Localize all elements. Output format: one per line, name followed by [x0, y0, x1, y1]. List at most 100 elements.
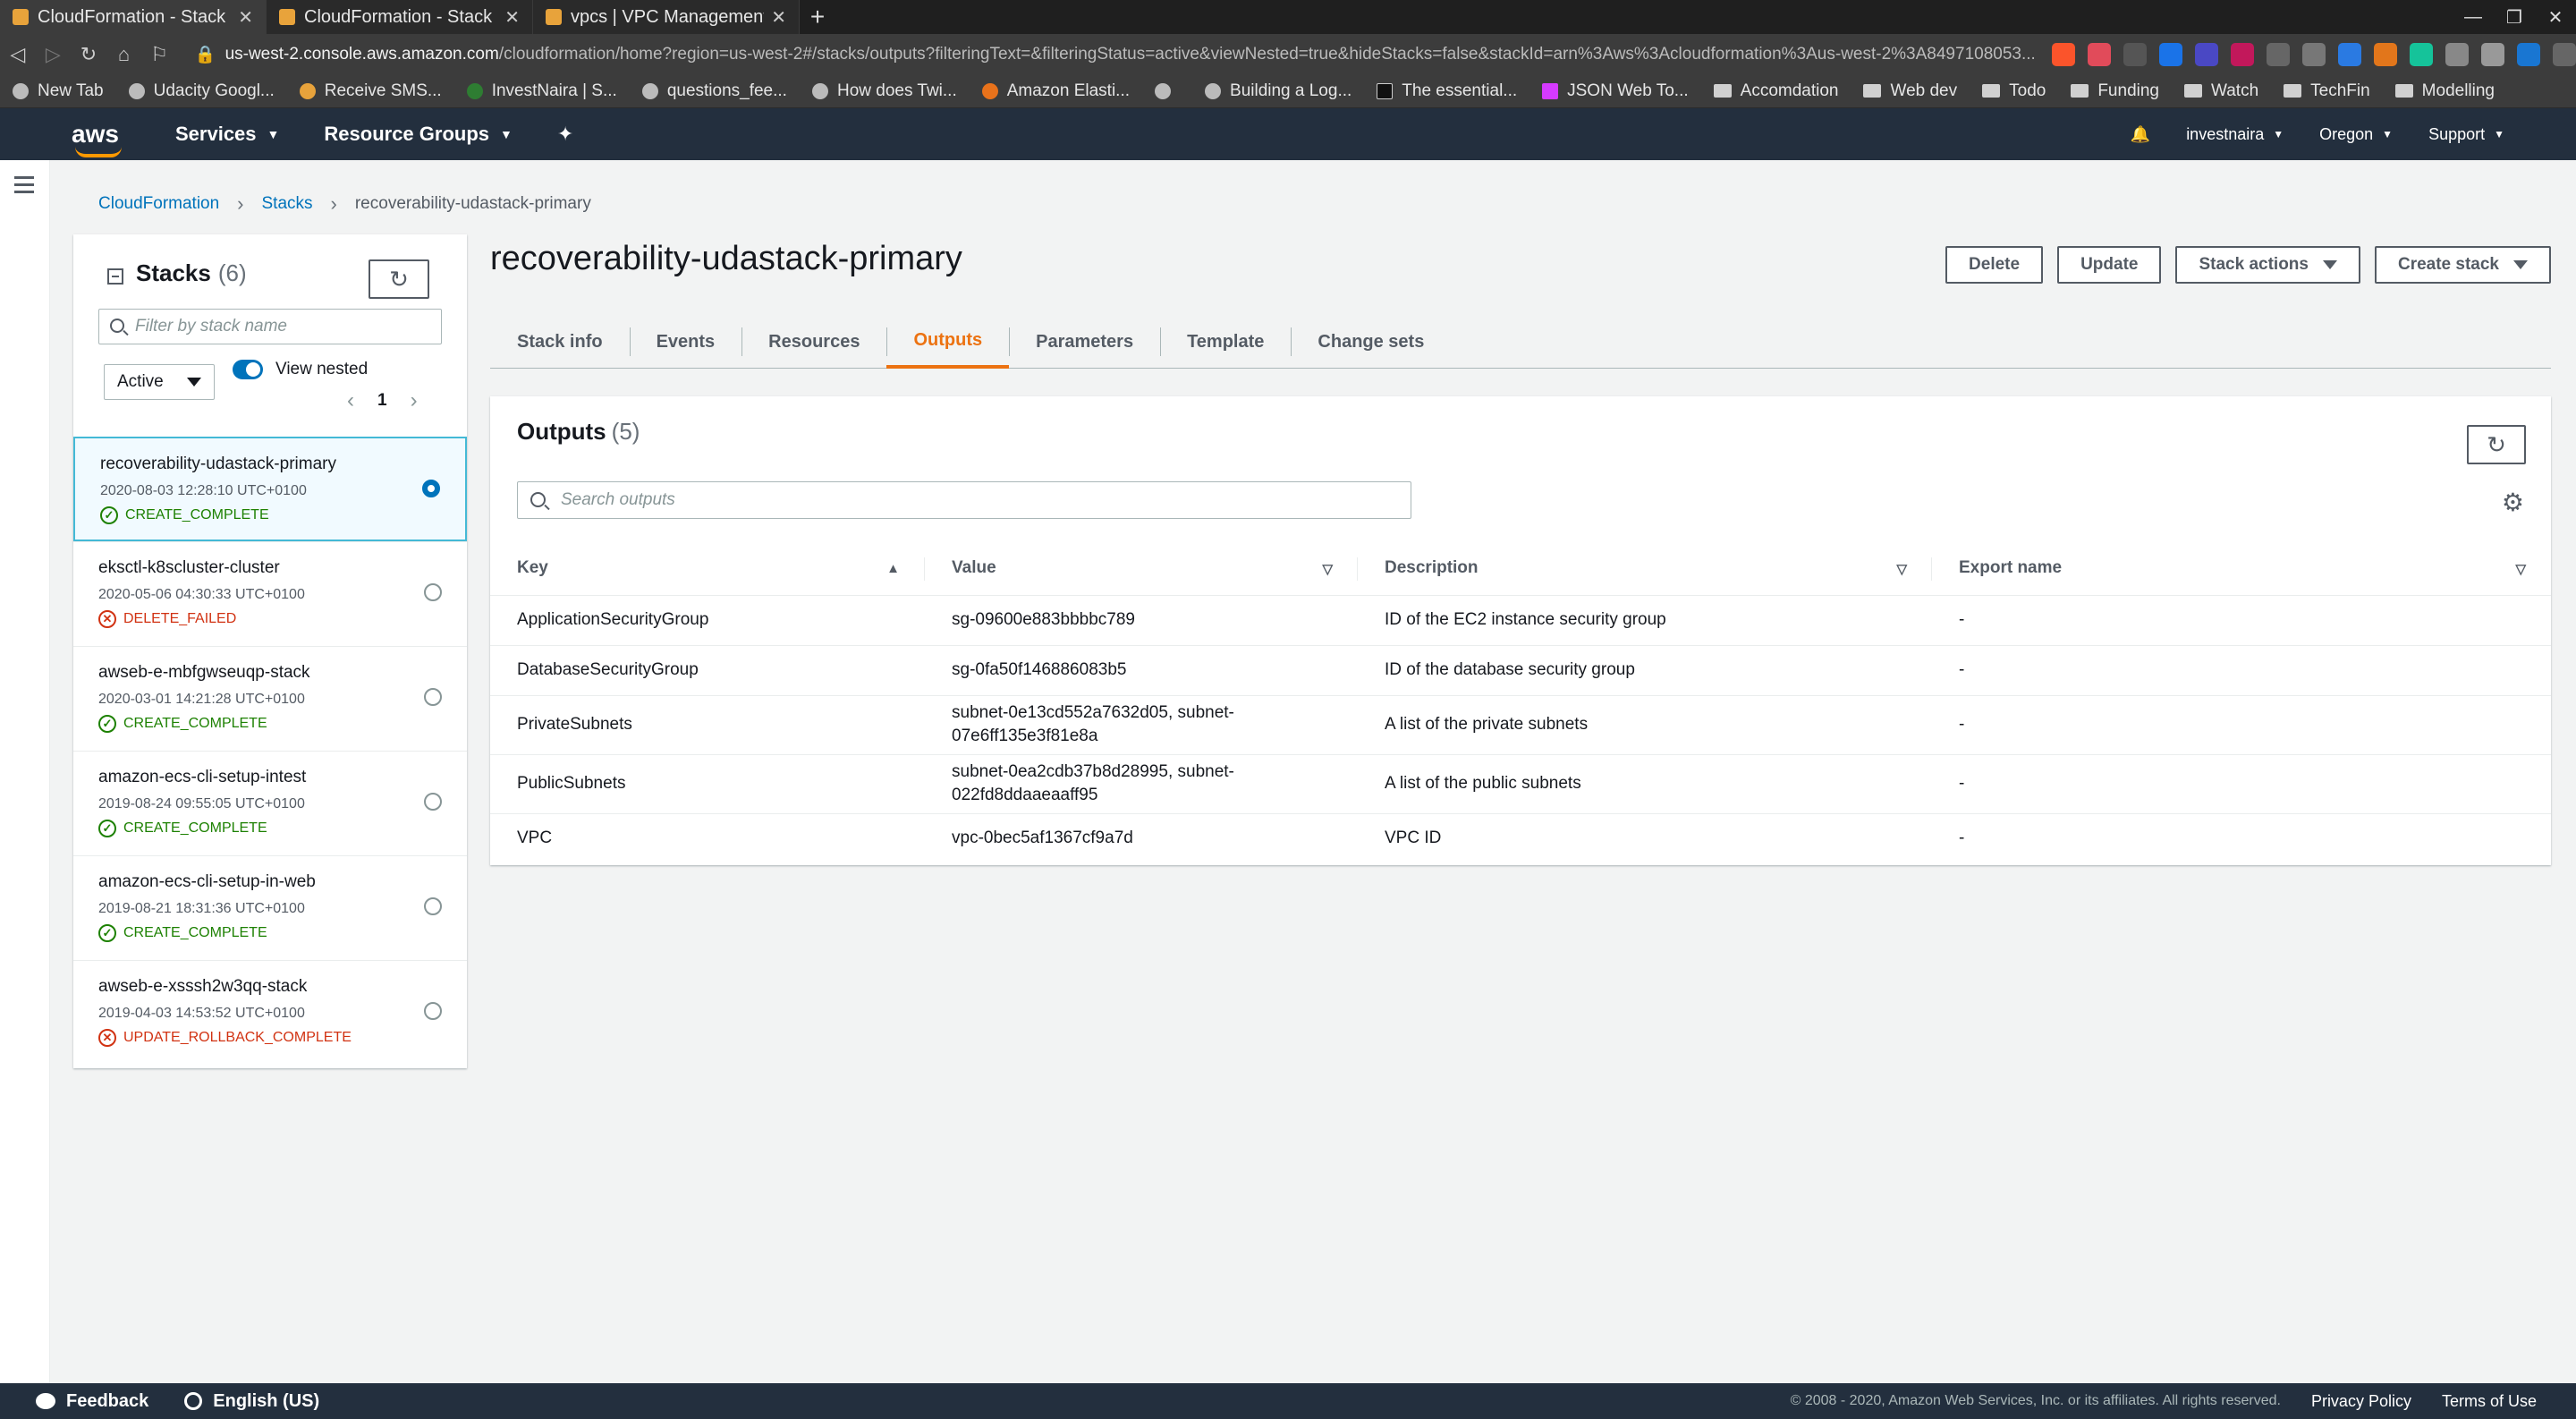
close-tab-icon[interactable]: ✕ — [238, 6, 253, 29]
stack-name[interactable]: awseb-e-xsssh2w3qq-stack — [98, 977, 467, 997]
stack-radio[interactable] — [424, 583, 442, 601]
privacy-policy-link[interactable]: Privacy Policy — [2311, 1392, 2411, 1411]
feedback-button[interactable]: Feedback — [36, 1391, 148, 1412]
previous-page-icon[interactable]: ‹ — [347, 388, 354, 413]
next-page-icon[interactable]: › — [411, 388, 418, 413]
current-page[interactable]: 1 — [377, 391, 387, 411]
stack-filter-input[interactable]: Filter by stack name — [98, 309, 442, 344]
formula-extension-icon[interactable] — [2123, 42, 2147, 66]
delete-button[interactable]: Delete — [1945, 246, 2044, 284]
bookmark-folder[interactable]: Web dev — [1863, 81, 1957, 101]
new-tab-button[interactable]: + — [800, 0, 835, 34]
stack-list-item[interactable]: awseb-e-mbfgwseuqp-stack 2020-03-01 14:2… — [73, 646, 467, 751]
stack-name[interactable]: recoverability-udastack-primary — [100, 455, 465, 474]
bookmark-item[interactable]: JSON Web To... — [1542, 81, 1689, 101]
stack-radio[interactable] — [424, 897, 442, 915]
home-icon[interactable]: ⌂ — [106, 43, 142, 66]
bookmark-folder[interactable]: TechFin — [2284, 81, 2370, 101]
refresh-stacks-button[interactable]: ↻ — [369, 259, 429, 299]
breadcrumb-stacks[interactable]: Stacks — [262, 194, 313, 214]
tab-outputs[interactable]: Outputs — [886, 315, 1010, 369]
menu-icon[interactable] — [2553, 42, 2576, 66]
refresh-outputs-button[interactable]: ↻ — [2467, 425, 2526, 464]
stack-radio[interactable] — [424, 688, 442, 706]
sort-icon[interactable]: ▽ — [1322, 561, 1333, 577]
bookmark-folder[interactable]: Modelling — [2394, 81, 2495, 101]
bookmark-item[interactable] — [1155, 82, 1180, 99]
tab-template[interactable]: Template — [1160, 315, 1291, 369]
bookmark-item[interactable]: How does Twi... — [811, 81, 957, 101]
status-filter-select[interactable]: Active — [104, 364, 215, 400]
sort-icon[interactable]: ▽ — [2515, 561, 2526, 577]
stack-radio[interactable] — [422, 480, 440, 497]
hamburger-menu-icon[interactable] — [14, 176, 34, 198]
search-outputs-input[interactable]: Search outputs — [517, 481, 1411, 519]
pin-icon[interactable]: ✦ — [557, 123, 573, 146]
tab-change-sets[interactable]: Change sets — [1291, 315, 1451, 369]
address-bar[interactable]: 🔒 us-west-2.console.aws.amazon.com /clou… — [184, 39, 2034, 70]
bookmark-folder[interactable]: Todo — [1982, 81, 2046, 101]
bookmark-item[interactable]: Receive SMS... — [299, 81, 442, 101]
account-menu[interactable]: investnaira ▼ — [2186, 125, 2284, 144]
create-stack-button[interactable]: Create stack — [2374, 246, 2551, 284]
close-tab-icon[interactable]: ✕ — [504, 6, 520, 29]
stack-list-item[interactable]: amazon-ecs-cli-setup-intest 2019-08-24 0… — [73, 751, 467, 855]
stack-name[interactable]: awseb-e-mbfgwseuqp-stack — [98, 663, 467, 683]
minimize-icon[interactable]: — — [2453, 0, 2494, 34]
update-button[interactable]: Update — [2057, 246, 2162, 284]
tab-events[interactable]: Events — [629, 315, 742, 369]
brave-rewards-icon[interactable] — [2088, 42, 2111, 66]
gear-icon[interactable]: ⚙ — [2502, 488, 2524, 517]
reload-icon[interactable]: ↻ — [71, 43, 106, 66]
stack-name[interactable]: amazon-ecs-cli-setup-in-web — [98, 872, 467, 892]
language-selector[interactable]: English (US) — [184, 1391, 319, 1412]
browser-tab-vpcs[interactable]: vpcs | VPC Management Co ✕ — [533, 0, 800, 34]
column-header-value[interactable]: Value ▽ — [925, 541, 1358, 596]
brave-shield-icon[interactable] — [2052, 42, 2075, 66]
region-menu[interactable]: Oregon ▼ — [2319, 125, 2393, 144]
bookmark-folder[interactable]: Watch — [2184, 81, 2258, 101]
resource-groups-menu[interactable]: Resource Groups ▼ — [324, 123, 512, 146]
stack-name[interactable]: eksctl-k8scluster-cluster — [98, 558, 467, 578]
metamask-icon[interactable] — [2374, 42, 2397, 66]
bookmark-item[interactable]: Building a Log... — [1205, 81, 1352, 101]
bookmark-item[interactable]: New Tab — [13, 81, 104, 101]
extension-icon[interactable] — [2195, 42, 2218, 66]
stack-list-item[interactable]: recoverability-udastack-primary 2020-08-… — [73, 437, 467, 541]
view-nested-toggle[interactable] — [233, 360, 263, 379]
support-menu[interactable]: Support ▼ — [2428, 125, 2504, 144]
column-header-description[interactable]: Description ▽ — [1358, 541, 1932, 596]
stack-name[interactable]: amazon-ecs-cli-setup-intest — [98, 768, 467, 787]
sort-ascending-icon[interactable]: ▲ — [886, 561, 900, 576]
bookmark-item[interactable]: questions_fee... — [641, 81, 787, 101]
extension-icon[interactable] — [2159, 42, 2182, 66]
collapse-icon[interactable] — [107, 268, 123, 285]
grammarly-icon[interactable] — [2410, 42, 2433, 66]
bookmark-item[interactable]: Udacity Googl... — [128, 81, 275, 101]
bookmark-item[interactable]: Amazon Elasti... — [981, 81, 1130, 101]
back-icon[interactable]: ◁ — [0, 43, 36, 66]
stack-actions-button[interactable]: Stack actions — [2175, 246, 2360, 284]
close-tab-icon[interactable]: ✕ — [771, 6, 786, 29]
extension-icon[interactable] — [2267, 42, 2290, 66]
stack-list-item[interactable]: awseb-e-xsssh2w3qq-stack 2019-04-03 14:5… — [73, 960, 467, 1065]
tab-resources[interactable]: Resources — [741, 315, 886, 369]
calendar-icon[interactable] — [2517, 42, 2540, 66]
stack-list-item[interactable]: amazon-ecs-cli-setup-in-web 2019-08-21 1… — [73, 855, 467, 960]
sort-icon[interactable]: ▽ — [1896, 561, 1907, 577]
tab-parameters[interactable]: Parameters — [1009, 315, 1160, 369]
stack-radio[interactable] — [424, 1002, 442, 1020]
column-header-key[interactable]: Key ▲ — [490, 541, 925, 596]
extension-icon[interactable] — [2338, 42, 2361, 66]
services-menu[interactable]: Services ▼ — [175, 123, 279, 146]
breadcrumb-cloudformation[interactable]: CloudFormation — [98, 194, 219, 214]
browser-tab-cloudformation-2[interactable]: CloudFormation - Stack rec ✕ — [267, 0, 533, 34]
stack-radio[interactable] — [424, 793, 442, 811]
column-header-export-name[interactable]: Export name ▽ — [1932, 541, 2551, 596]
bookmark-folder[interactable]: Funding — [2071, 81, 2159, 101]
forward-icon[interactable]: ▷ — [36, 43, 72, 66]
bookmark-item[interactable]: The essential... — [1377, 81, 1517, 101]
extension-icon[interactable] — [2231, 42, 2254, 66]
tab-stack-info[interactable]: Stack info — [490, 315, 630, 369]
aws-logo[interactable]: aws — [72, 120, 131, 157]
